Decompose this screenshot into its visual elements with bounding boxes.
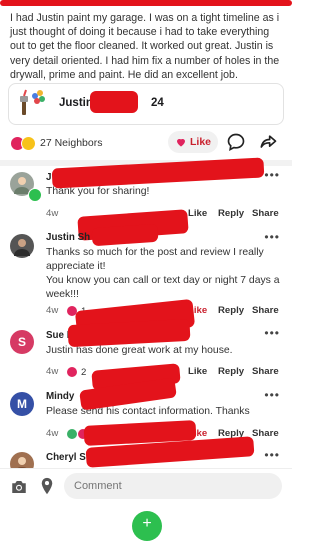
reaction-summary[interactable]: 27 Neighbors [10,134,102,152]
like-label: Like [189,136,211,148]
more-options-icon[interactable]: ••• [264,388,280,402]
location-pin-icon[interactable] [40,477,54,495]
comment-body: Thank you for sharing! [46,186,150,197]
timestamp: 4w [46,366,59,377]
camera-icon[interactable] [10,478,28,496]
more-options-icon[interactable]: ••• [264,168,280,182]
post-body: I had Justin paint my garage. I was on a… [10,12,280,81]
more-options-icon[interactable]: ••• [264,230,280,244]
business-name: Justin [59,97,93,109]
business-card[interactable]: Justin 24 [8,83,284,125]
person-photo-icon [14,239,30,256]
commenter-name[interactable]: Mindy [46,391,74,402]
share-button[interactable]: Share [252,428,279,439]
share-button[interactable]: Share [252,305,279,316]
like-button[interactable]: Like [188,366,207,377]
commenter-name[interactable]: J [46,172,51,183]
more-options-icon[interactable]: ••• [264,326,280,340]
reaction-count: 27 Neighbors [40,137,103,149]
member-badge-icon [28,188,42,202]
heart-reaction-icon [66,366,78,378]
avatar[interactable]: S [10,330,34,354]
new-post-button[interactable]: + [132,511,162,541]
business-rating: 24 [151,97,164,109]
like-button[interactable]: Like [188,208,207,219]
reply-button[interactable]: Reply [218,208,244,219]
comment-composer: + [0,468,292,541]
laugh-reaction-icon [21,135,36,151]
redaction [90,91,138,113]
share-button[interactable]: Share [252,366,279,377]
share-icon[interactable] [258,132,278,152]
commenter-name[interactable]: Justin Sh [46,232,90,243]
timestamp: 4w [46,305,59,316]
reply-button[interactable]: Reply [218,366,244,377]
paint-brush-logo-icon [20,89,45,115]
comment-body: Thanks so much for the post and review I… [46,247,280,300]
timestamp: 4w [46,208,59,219]
more-options-icon[interactable]: ••• [264,448,280,462]
comment-reactions[interactable]: 2 [66,366,86,378]
heart-icon [176,138,185,147]
comment-icon[interactable] [226,132,246,152]
like-button[interactable]: Like [168,131,218,153]
timestamp: 4w [46,428,59,439]
avatar[interactable]: M [10,392,34,416]
avatar[interactable] [10,234,34,258]
share-button[interactable]: Share [252,208,279,219]
reaction-count: 2 [81,366,87,378]
redaction [0,0,292,6]
reply-button[interactable]: Reply [218,305,244,316]
comment-input[interactable] [64,473,282,499]
commenter-name[interactable]: Cheryl S [46,452,86,463]
